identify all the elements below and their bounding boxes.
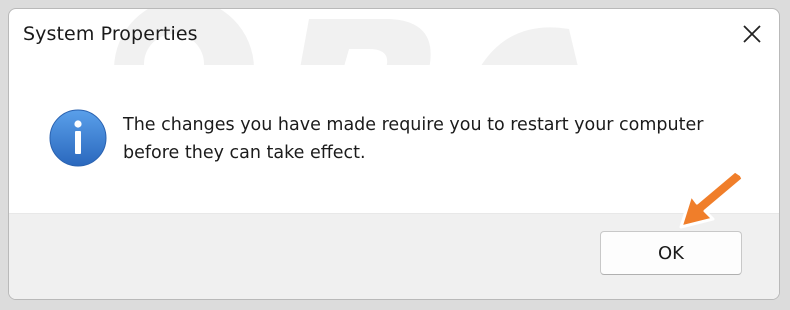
message-line-1: The changes you have made require you to… <box>123 115 704 135</box>
ok-button[interactable]: OK <box>600 231 742 275</box>
screen-background: PC risk.com System Properties <box>0 0 790 310</box>
arrow-pointer-icon <box>679 169 745 229</box>
message-line-2: before they can take effect. <box>123 143 366 163</box>
dialog-footer: OK <box>9 213 779 299</box>
close-button[interactable] <box>725 9 779 59</box>
dialog-content: The changes you have made require you to… <box>9 65 779 213</box>
info-icon <box>49 109 107 167</box>
dialog-title: System Properties <box>23 23 198 45</box>
title-bar: System Properties <box>9 9 779 65</box>
close-icon <box>743 25 761 43</box>
dialog-message: The changes you have made require you to… <box>123 111 743 167</box>
system-properties-dialog: PC risk.com System Properties <box>8 8 780 300</box>
